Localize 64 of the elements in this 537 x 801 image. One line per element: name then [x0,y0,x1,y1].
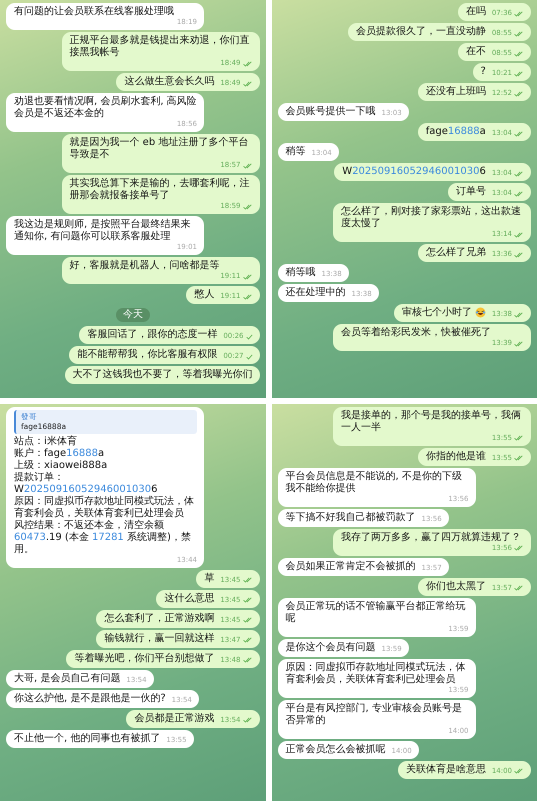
message-text: 我是接单的，那个号是我的接单号，我俩一人一半 [341,410,522,434]
message-text: ? [480,66,486,78]
message-line: 上级：xiaowei888a [14,460,108,472]
message-text: 大不了这钱我也不要了，等着我曝光你们 [72,369,252,381]
message-text: 大哥, 是会员自己有问题 [14,672,120,684]
message-text: 还在处理中的 [286,287,346,299]
message-text: 草 [204,572,214,584]
message-text: 怎么套利了，正常游戏啊 [104,612,214,624]
link-text[interactable]: 16888 [66,448,98,458]
message-text: 怎么样了，刚对接了家彩票站，这出款速度太慢了 [341,206,522,230]
message-line: 提款订单： [14,472,65,484]
message-text: 会员如果正常肯定不会被抓的 [286,560,416,572]
message-line: W202509160529460010306 [14,484,159,496]
message-text: 有问题的让会员联系在线客服处理哦 [14,6,174,18]
message-line: 原因：同虚拟币存款地址同模式玩法，体育套利会员，关联体育套利已处理会员 [14,496,195,520]
message-text: 我存了两万多多，赢了四万就算违规了？ [341,532,521,544]
message-text: 会员正常玩的话不管输赢平台都正常给玩呢 [286,600,466,624]
message-text: 你们也太黑了 [426,580,486,592]
message-text: 这么做生意会长久吗 [124,76,214,88]
message-text: fage16888a [426,126,486,138]
message-text: 会员都是正常游戏 [134,712,214,724]
message-text: 会员账号提供一下哦 [286,106,376,118]
link-text[interactable]: 20250916052946001030 [24,484,152,494]
link-text[interactable]: 16888 [448,126,480,137]
message-text: 在不 [466,46,486,58]
message-text: 订单号 [456,186,486,198]
message-text: 就是因为我一个 eb 地址注册了多个平台导致是不 [70,137,250,161]
message-text: 在吗 [466,6,486,18]
message-text: 正规平台最多就是钱提出来劝退，你们直接黑我帐号 [70,35,250,59]
message-line: 风控结果：不返还本金，清空余额 60473.19 (本金 17281 系统调整)，禁用。 [14,520,192,556]
message-text: 平台是有风控部门, 专业审核会员账号是否异常的 [286,702,463,726]
message-text: 原因：同虚拟币存款地址同模式玩法，体育套利会员，关联体育套利已处理会员 [286,662,466,686]
message-text: 怎么样了兄弟 [426,247,486,259]
message-text: 审核七个小时了 [402,307,472,319]
message-text: 憋人 [194,289,214,301]
message-text: 关联体育是啥意思 [406,764,486,776]
link-text[interactable]: 60473 [14,532,46,542]
message-text: 这什么意思 [164,592,214,604]
message-text: 我这边是规则师, 是按照平台最终结果来通知你, 有问题你可以联系客服处理 [14,219,192,243]
link-text[interactable]: 20250916052946001030 [352,166,480,177]
message-text: 客服回话了，跟你的态度一样 [87,329,218,341]
message-text: 稍等哦 [286,267,316,279]
message-text: 等着曝光吧，你们平台别想做了 [74,652,214,664]
message-text: 输钱就行，赢一回就这样 [104,632,214,644]
message-text: 稍等 [286,146,306,158]
message-text: 其实我总算下来是输的，去哪套利呢，注册那会就报备接单号了 [70,178,250,202]
link-text[interactable]: 17281 [92,532,124,542]
message-text: 不止他一个, 他的同事也有被抓了 [14,732,160,744]
message-text: 是你这个会员有问题 [286,642,376,654]
message-text: 你这么护他, 是不是跟他是一伙的? [14,692,166,704]
message-text: 好，客服就是机器人，问啥都是等 [70,260,220,272]
message-text: 你指的他是谁 [426,450,486,462]
date-chip: 今天 [116,308,150,322]
message-text: 能不能帮帮我，你比客服有权限 [77,349,218,361]
message-text: 等下搞不好我自己都被罚款了 [286,512,416,524]
message-text: 平台会员信息是不能说的, 不是你的下级我不能给你提供 [286,470,463,494]
message-line: 站点：i米体育 [14,436,78,448]
message-text: 会员提款很久了，一直没动静 [356,26,486,38]
message-text: W202509160529460010306 [342,166,486,178]
message-text: 还没有上班吗 [426,86,486,98]
message-text: 会员等着给彩民发米，快被催死了 [341,327,491,339]
message-text: 劝退也要看情况啊, 会员刷水套利, 高风险会员是不返还本金的 [14,96,197,120]
message-line: 账户：fage16888a [14,448,106,460]
message-text: 正常会员怎么会被抓呢 [286,744,386,756]
